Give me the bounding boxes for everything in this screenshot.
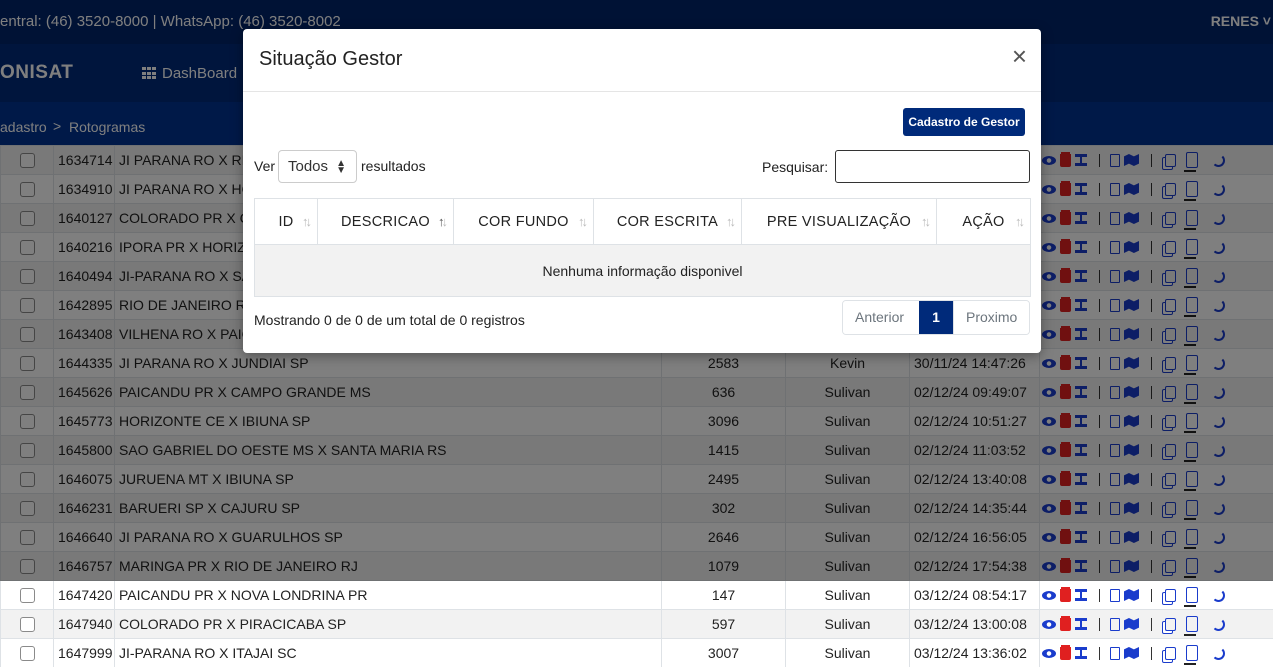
pdf-icon[interactable] bbox=[1110, 588, 1120, 602]
col-acao[interactable]: AÇÃO ↑↓ bbox=[936, 198, 1031, 245]
pdf-icon[interactable] bbox=[1110, 617, 1120, 631]
divider bbox=[1151, 646, 1152, 660]
pagination: Anterior 1 Proximo bbox=[842, 300, 1030, 335]
length-select-value: Todos bbox=[288, 158, 329, 175]
length-select[interactable]: Todos ▲ ▼ bbox=[278, 150, 357, 183]
sort-icon: ↑↓ bbox=[302, 214, 312, 229]
copy-icon[interactable] bbox=[1165, 617, 1176, 631]
table-info: Mostrando 0 de 0 de um total de 0 regist… bbox=[254, 312, 525, 328]
row-date: 03/12/24 08:54:17 bbox=[909, 580, 1040, 610]
row-date: 03/12/24 13:00:08 bbox=[909, 609, 1040, 639]
row-actions bbox=[1039, 580, 1273, 610]
trash-icon[interactable] bbox=[1060, 617, 1071, 631]
sort-icon: ↑↓ bbox=[1015, 214, 1025, 229]
copy-icon[interactable] bbox=[1165, 646, 1176, 660]
trash-icon[interactable] bbox=[1060, 588, 1071, 602]
row-date: 03/12/24 13:36:02 bbox=[909, 638, 1040, 667]
pdf-icon[interactable] bbox=[1110, 646, 1120, 660]
col-descricao[interactable]: DESCRICAO ↑↓ bbox=[317, 198, 454, 245]
cadastro-gestor-button[interactable]: Cadastro de Gestor bbox=[903, 108, 1025, 136]
eye-icon[interactable] bbox=[1042, 619, 1056, 629]
eye-icon[interactable] bbox=[1042, 590, 1056, 600]
sort-icon: ↑↓ bbox=[921, 214, 931, 229]
page-next[interactable]: Proximo bbox=[953, 301, 1029, 334]
row-distance: 3007 bbox=[661, 638, 786, 667]
page-current[interactable]: 1 bbox=[919, 301, 953, 334]
divider bbox=[1151, 617, 1152, 631]
modal-title: Situação Gestor bbox=[259, 48, 403, 70]
row-id: 1647420 bbox=[53, 580, 115, 610]
col-cor-fundo[interactable]: COR FUNDO ↑↓ bbox=[453, 198, 594, 245]
eye-icon[interactable] bbox=[1042, 648, 1056, 658]
row-checkbox-cell bbox=[0, 609, 54, 639]
length-label: Ver bbox=[254, 158, 276, 174]
row-checkbox[interactable] bbox=[19, 588, 35, 604]
route-icon[interactable] bbox=[1075, 589, 1087, 601]
copy-icon[interactable] bbox=[1165, 588, 1176, 602]
divider bbox=[1099, 617, 1100, 631]
col-pre-visualizacao[interactable]: PRE VISUALIZAÇÃO ↑↓ bbox=[741, 198, 937, 245]
divider bbox=[1151, 588, 1152, 602]
row-actions bbox=[1039, 609, 1273, 639]
trash-icon[interactable] bbox=[1060, 646, 1071, 660]
col-cor-escrita[interactable]: COR ESCRITA ↑↓ bbox=[593, 198, 742, 245]
sort-icon: ↑↓ bbox=[726, 214, 736, 229]
share-icon[interactable] bbox=[1212, 617, 1225, 631]
divider bbox=[1099, 588, 1100, 602]
gestor-table: ID ↑↓ DESCRICAO ↑↓ COR FUNDO ↑↓ COR ESCRITA… bbox=[254, 198, 1031, 297]
sort-icon: ↑↓ bbox=[578, 214, 588, 229]
row-checkbox[interactable] bbox=[19, 617, 35, 633]
situacao-gestor-modal: Situação Gestor × Cadastro de Gestor Ver… bbox=[243, 29, 1041, 353]
modal-header: Situação Gestor × bbox=[243, 29, 1041, 92]
row-id: 1647940 bbox=[53, 609, 115, 639]
route-icon[interactable] bbox=[1075, 647, 1087, 659]
row-user: Sulivan bbox=[785, 580, 910, 610]
map-icon[interactable] bbox=[1124, 618, 1139, 630]
row-description: PAICANDU PR X NOVA LONDRINA PR bbox=[114, 580, 662, 610]
row-checkbox[interactable] bbox=[19, 646, 35, 662]
empty-message: Nenhuma informação disponivel bbox=[254, 244, 1031, 297]
map-icon[interactable] bbox=[1124, 647, 1139, 659]
swap-icon[interactable] bbox=[1184, 587, 1198, 607]
divider bbox=[1099, 646, 1100, 660]
length-suffix: resultados bbox=[361, 158, 426, 174]
row-id: 1647999 bbox=[53, 638, 115, 667]
swap-icon[interactable] bbox=[1184, 645, 1198, 665]
row-user: Sulivan bbox=[785, 609, 910, 639]
row-distance: 597 bbox=[661, 609, 786, 639]
search-input[interactable] bbox=[835, 150, 1030, 183]
share-icon[interactable] bbox=[1212, 588, 1225, 602]
search-label: Pesquisar: bbox=[762, 159, 829, 175]
route-icon[interactable] bbox=[1075, 618, 1087, 630]
row-actions bbox=[1039, 638, 1273, 667]
table-row: 1647999 JI-PARANA RO X ITAJAI SC 3007 Suliv… bbox=[0, 638, 1273, 667]
col-id[interactable]: ID ↑↓ bbox=[254, 198, 318, 245]
row-description: JI-PARANA RO X ITAJAI SC bbox=[114, 638, 662, 667]
row-checkbox-cell bbox=[0, 638, 54, 667]
row-checkbox-cell bbox=[0, 580, 54, 610]
share-icon[interactable] bbox=[1212, 646, 1225, 660]
map-icon[interactable] bbox=[1124, 589, 1139, 601]
page-previous[interactable]: Anterior bbox=[843, 301, 919, 334]
sort-icon: ↑↓ bbox=[438, 214, 448, 229]
select-caret-icon: ▲ ▼ bbox=[336, 158, 346, 176]
swap-icon[interactable] bbox=[1184, 616, 1198, 636]
row-description: COLORADO PR X PIRACICABA SP bbox=[114, 609, 662, 639]
row-user: Sulivan bbox=[785, 638, 910, 667]
table-row: 1647420 PAICANDU PR X NOVA LONDRINA PR 147… bbox=[0, 580, 1273, 610]
row-distance: 147 bbox=[661, 580, 786, 610]
table-row: 1647940 COLORADO PR X PIRACICABA SP 597 Sul… bbox=[0, 609, 1273, 639]
close-icon[interactable]: × bbox=[1012, 43, 1027, 69]
